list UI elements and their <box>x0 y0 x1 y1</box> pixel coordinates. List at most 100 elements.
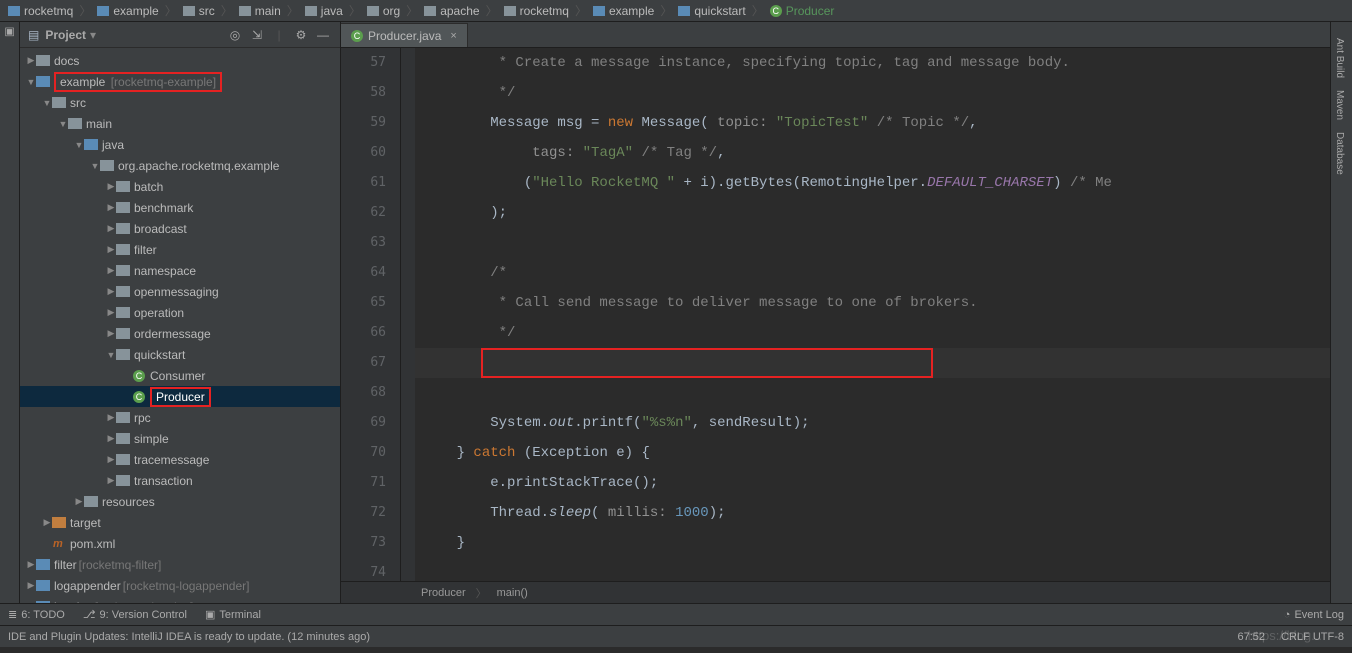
breadcrumb-item[interactable]: apache <box>420 4 483 18</box>
tree-item[interactable]: ▶rpc <box>20 407 340 428</box>
code-line[interactable]: */ <box>423 78 1330 108</box>
code-crumb-item[interactable]: main() <box>497 587 528 599</box>
folder-icon <box>116 307 130 319</box>
code-breadcrumb[interactable]: Producer〉main() <box>341 581 1330 603</box>
folder-icon <box>36 76 50 88</box>
tree-item[interactable]: ▶logappender [rocketmq-logappender] <box>20 575 340 596</box>
project-title[interactable]: Project <box>45 28 86 42</box>
tree-item[interactable]: ▼org.apache.rocketmq.example <box>20 155 340 176</box>
code-line[interactable]: ("Hello RocketMQ " + i).getBytes(Remotin… <box>423 168 1330 198</box>
code-line[interactable] <box>423 378 1330 408</box>
gutter[interactable]: 575859606162636465666768697071727374 <box>341 48 401 581</box>
breadcrumb-item[interactable]: org <box>363 4 404 18</box>
folder-icon <box>116 349 130 361</box>
tree-item[interactable]: ▶simple <box>20 428 340 449</box>
breadcrumb-item[interactable]: rocketmq <box>500 4 573 18</box>
breadcrumb-item[interactable]: example <box>589 4 658 18</box>
tree-item[interactable]: ▶operation <box>20 302 340 323</box>
tree-item[interactable]: ▶tracemessage <box>20 449 340 470</box>
project-panel-header: ▤ Project ▾ ◎ ⇲ | ⚙ — <box>20 22 340 48</box>
editor-tab[interactable]: CProducer.java× <box>341 23 468 47</box>
tree-item[interactable]: ▶transaction <box>20 470 340 491</box>
todo-tab[interactable]: ≣6: TODO <box>8 608 65 621</box>
right-tool-tab[interactable]: Ant Build <box>1331 32 1348 84</box>
tree-item-label: target <box>70 516 101 530</box>
folder-icon <box>116 328 130 340</box>
folder-icon <box>36 601 50 604</box>
folder-icon <box>116 412 130 424</box>
tree-item[interactable]: CProducer <box>20 386 340 407</box>
divider: | <box>270 26 288 44</box>
tree-item[interactable]: ▼src <box>20 92 340 113</box>
tree-item[interactable]: ▶openmessaging <box>20 281 340 302</box>
project-tree[interactable]: ▶docs▼example [rocketmq-example]▼src▼mai… <box>20 48 340 603</box>
tree-item[interactable]: ▶broadcast <box>20 218 340 239</box>
breadcrumb-item[interactable]: main <box>235 4 285 18</box>
code-line[interactable]: * Call send message to deliver message t… <box>423 288 1330 318</box>
event-log-tab[interactable]: ◔Event Log <box>1284 609 1344 621</box>
code-line[interactable] <box>423 228 1330 258</box>
collapse-icon[interactable]: ⇲ <box>248 26 266 44</box>
code-content[interactable]: * Create a message instance, specifying … <box>415 48 1330 581</box>
code-line[interactable]: System.out.printf("%s%n", sendResult); <box>423 408 1330 438</box>
tree-item[interactable]: ▶benchmark <box>20 197 340 218</box>
tree-item[interactable]: ▶filter [rocketmq-filter] <box>20 554 340 575</box>
encoding[interactable]: CRLF UTF-8 <box>1281 631 1344 643</box>
tree-item[interactable]: ▶namespace <box>20 260 340 281</box>
folder-icon <box>100 160 114 172</box>
right-tool-tab[interactable]: Database <box>1331 126 1348 181</box>
breadcrumb-item[interactable]: quickstart <box>674 4 749 18</box>
folder-icon <box>116 181 130 193</box>
tree-item[interactable]: CConsumer <box>20 365 340 386</box>
code-line[interactable]: } <box>423 528 1330 558</box>
tree-item[interactable]: ▶ordermessage <box>20 323 340 344</box>
breadcrumb-item[interactable]: rocketmq <box>4 4 77 18</box>
tree-item[interactable]: ▼main <box>20 113 340 134</box>
tree-item[interactable]: ▶logging [rocketmq-logging] <box>20 596 340 603</box>
tree-item[interactable]: mpom.xml <box>20 533 340 554</box>
tree-item[interactable]: ▶target <box>20 512 340 533</box>
tree-item[interactable]: ▼java <box>20 134 340 155</box>
code-line[interactable]: */ <box>423 318 1330 348</box>
tree-item[interactable]: ▶batch <box>20 176 340 197</box>
tree-item[interactable]: ▼quickstart <box>20 344 340 365</box>
breadcrumb-item[interactable]: example <box>93 4 162 18</box>
tree-item[interactable]: ▶filter <box>20 239 340 260</box>
right-tool-tab[interactable]: Maven <box>1331 84 1348 126</box>
folder-icon <box>305 6 317 16</box>
left-tool-strip: ▣ <box>0 22 20 603</box>
code-line[interactable]: Thread.sleep( millis: 1000); <box>423 498 1330 528</box>
breadcrumb-item[interactable]: src <box>179 4 219 18</box>
tree-item[interactable]: ▼example [rocketmq-example] <box>20 71 340 92</box>
tree-item-label: rpc <box>134 411 151 425</box>
fold-column[interactable] <box>401 48 415 581</box>
tree-item-label: Producer <box>156 390 205 404</box>
caret-position[interactable]: 67:52 <box>1238 631 1266 643</box>
tree-item[interactable]: ▶docs <box>20 50 340 71</box>
folder-icon <box>116 454 130 466</box>
hide-icon[interactable]: — <box>314 26 332 44</box>
code-line[interactable]: tags: "TagA" /* Tag */, <box>423 138 1330 168</box>
code-line[interactable]: /* <box>423 258 1330 288</box>
tree-item[interactable]: ▶resources <box>20 491 340 512</box>
locate-icon[interactable]: ◎ <box>226 26 244 44</box>
dropdown-icon[interactable]: ▾ <box>90 28 96 42</box>
code-line[interactable]: ); <box>423 198 1330 228</box>
version-control-tab[interactable]: ⎇9: Version Control <box>83 608 187 621</box>
tree-item-label: logappender <box>54 579 121 593</box>
folder-icon <box>52 517 66 529</box>
gear-icon[interactable]: ⚙ <box>292 26 310 44</box>
code-line[interactable] <box>423 558 1330 581</box>
editor-tabs: CProducer.java× <box>341 22 1330 48</box>
code-line[interactable]: } catch (Exception e) { <box>423 438 1330 468</box>
code-line[interactable]: e.printStackTrace(); <box>423 468 1330 498</box>
code-crumb-item[interactable]: Producer <box>421 587 466 599</box>
terminal-tab[interactable]: ▣Terminal <box>205 608 261 621</box>
status-bar: IDE and Plugin Updates: IntelliJ IDEA is… <box>0 625 1352 647</box>
left-strip-handle[interactable]: ▣ <box>3 26 16 39</box>
close-icon[interactable]: × <box>450 30 456 42</box>
code-line[interactable]: Message msg = new Message( topic: "Topic… <box>423 108 1330 138</box>
breadcrumb-item[interactable]: java <box>301 4 347 18</box>
breadcrumb-item[interactable]: CProducer <box>766 4 839 18</box>
code-line[interactable]: * Create a message instance, specifying … <box>423 48 1330 78</box>
